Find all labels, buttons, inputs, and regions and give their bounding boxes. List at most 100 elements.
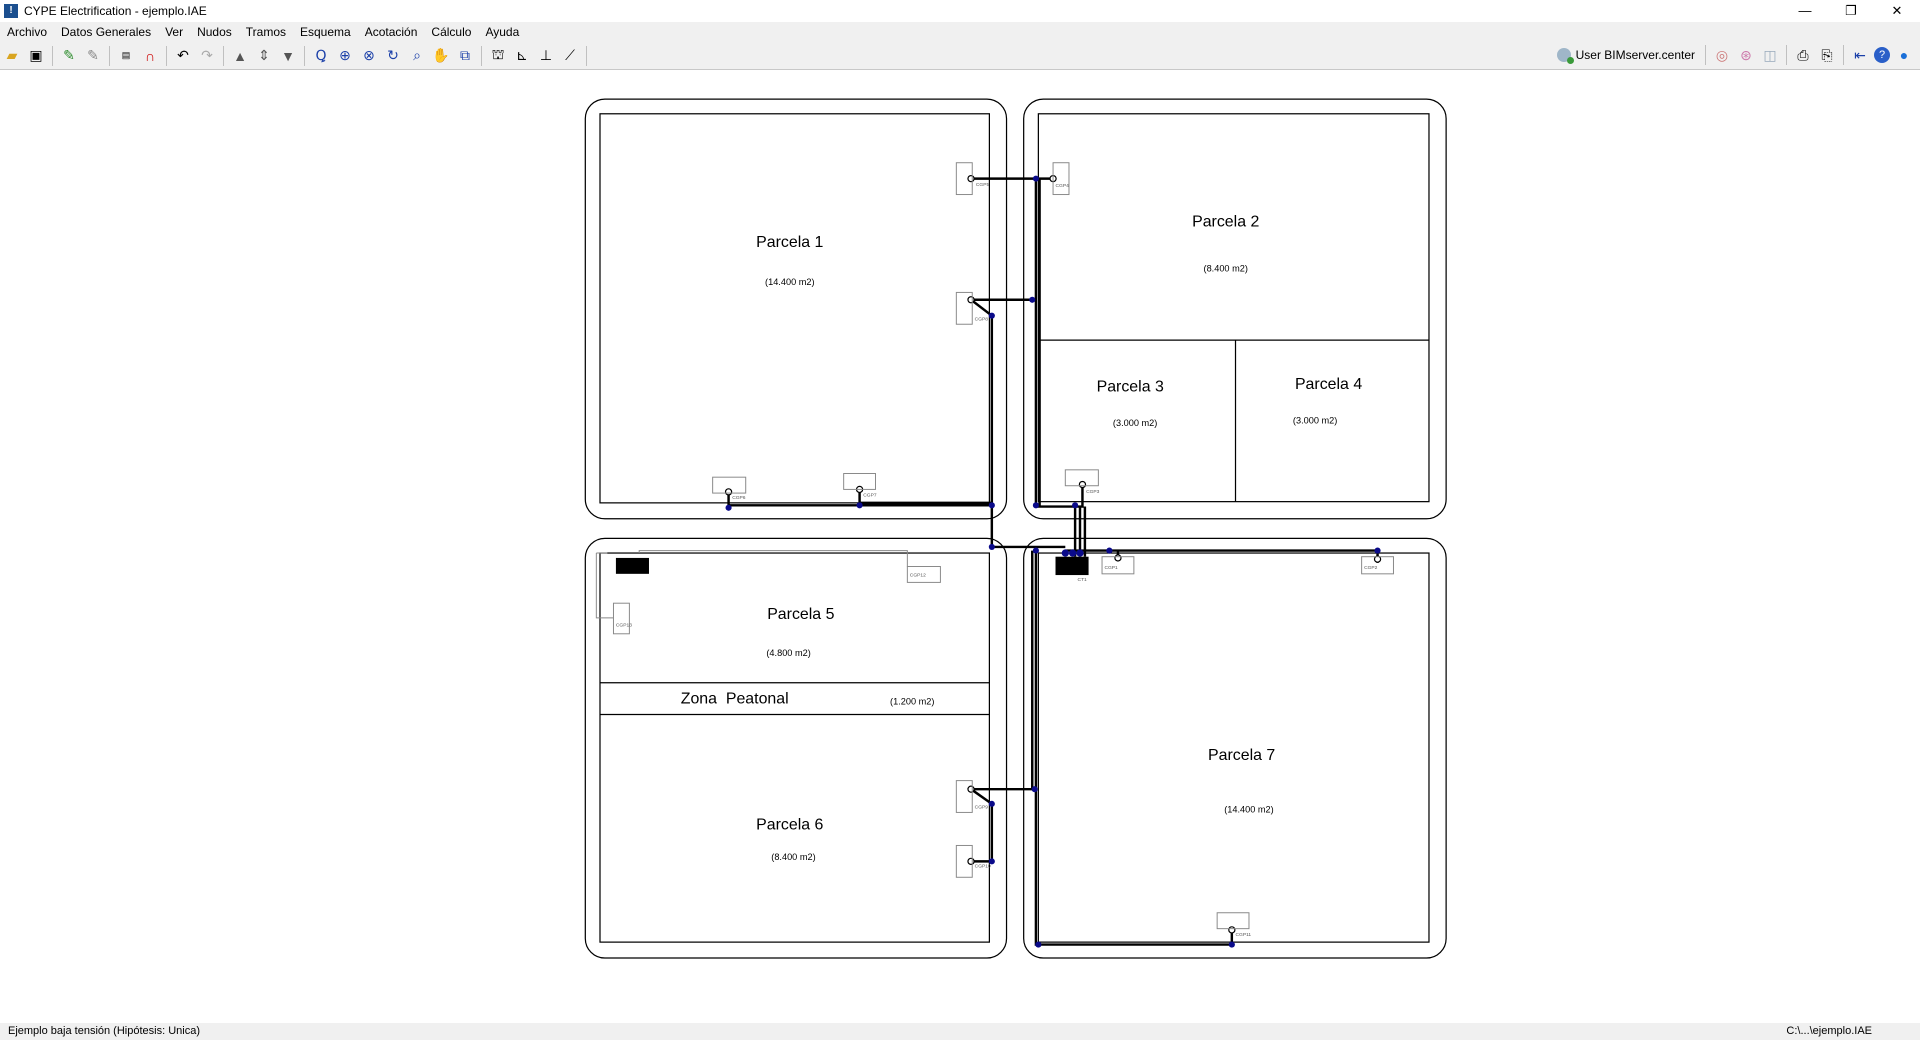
zone-area: (1.200 m2) [890,697,934,707]
zoom-x2-icon[interactable]: ⊗ [359,46,379,66]
print-preview-icon[interactable]: ⎘ [1817,45,1837,65]
toolbar-separator [166,45,167,66]
cgp-label: CGP13 [616,622,632,628]
cgp-connection-points [724,174,1382,934]
zoom-extents-icon[interactable]: ⊕ [335,46,355,66]
measure-icon[interactable]: ⟋ [560,46,580,66]
menu-datos-generales[interactable]: Datos Generales [59,25,153,39]
toolbar-separator [586,45,587,66]
zoom-redraw-icon[interactable]: Ꝗ [311,46,331,66]
dimension-icon[interactable]: ⊥ [536,46,556,66]
web-globe-icon[interactable]: ● [1894,45,1914,65]
toolbar: ▰ ▣ ✎ ✎ ▤ ∩ ↶ ↷ ▲ ⇕ ▼ Ꝗ ⊕ ⊗ ↻ ⌕ ✋ ⧉ ⛫ ⊾ … [0,42,1920,70]
menu-calculo[interactable]: Cálculo [429,25,473,39]
node-markers [725,175,1381,948]
parcel-name: Parcela 2 [1192,213,1259,230]
parcel-area: (4.800 m2) [766,648,810,658]
toolbar-separator [52,45,53,66]
drawing-canvas[interactable]: CGP1 CGP2 CGP3 CGP4 CGP5 CGP6 CGP7 CGP8 … [0,0,1920,1040]
menu-tramos[interactable]: Tramos [244,25,288,39]
file-path: C:\...\ejemplo.IAE [1786,1025,1872,1037]
parcel-area: (3.000 m2) [1293,415,1337,425]
cgp-label: CGP8 [975,317,989,323]
toolbar-separator [109,45,110,66]
redo-icon[interactable]: ↷ [197,46,217,66]
cgp-label: CGP1 [1104,565,1118,571]
cgp-box[interactable] [955,780,973,813]
menu-ayuda[interactable]: Ayuda [483,25,521,39]
model-cube-icon[interactable]: ◫ [1760,45,1780,65]
zone-name: Zona Peatonal [681,691,789,708]
bim-sync-icon[interactable]: ◎ [1712,45,1732,65]
parcel-area: (14.400 m2) [765,277,814,287]
previous-view-icon[interactable]: ⧉ [455,46,475,66]
tools-disabled-icon[interactable]: ✎ [83,46,103,66]
status-text: Ejemplo baja tensión (Hipótesis: Unica) [8,1025,200,1037]
pan-hand-icon[interactable]: ✋ [431,46,451,66]
cgp-box[interactable] [1216,912,1250,930]
parcel-name: Parcela 6 [756,817,823,834]
cable-network[interactable] [727,177,1379,946]
cgp-label: CGP4 [1056,183,1070,189]
open-folder-icon[interactable]: ▰ [2,46,22,66]
refresh-icon[interactable]: ↻ [383,46,403,66]
menu-nudos[interactable]: Nudos [195,25,234,39]
transformer-block[interactable] [615,557,649,574]
zoom-window-icon[interactable]: ⌕ [407,46,427,66]
dxf-dwg-icon[interactable]: ▤ [116,46,136,66]
block-outline-1 [584,98,1008,520]
cgp-label: CGP6 [732,495,746,501]
toolbar-separator [481,45,482,66]
save-icon[interactable]: ▣ [26,46,46,66]
menu-archivo[interactable]: Archivo [5,25,49,39]
cgp-label: CGP10 [975,863,991,869]
magnet-icon[interactable]: ∩ [140,46,160,66]
parcel-1-rect[interactable] [599,113,991,504]
block-outline-3 [584,537,1008,959]
parcel-2-rect[interactable] [1037,113,1430,503]
ct-label: CT1 [1078,577,1088,583]
title-bar: ! CYPE Electrification - ejemplo.IAE — ❐… [0,0,1920,22]
help-icon[interactable]: ? [1874,47,1890,63]
cgp-box[interactable] [612,602,630,635]
user-avatar-icon [1556,48,1574,64]
user-label: User BIMserver.center [1575,48,1695,62]
bimserver-user-button[interactable]: User BIMserver.center [1556,48,1695,64]
exit-icon[interactable]: ⇤ [1850,45,1870,65]
parcel-area: (14.400 m2) [1224,804,1273,814]
edit-tools-icon[interactable]: ✎ [59,46,79,66]
app-logo-icon: ! [4,4,18,18]
cgp-label: CGP2 [1364,565,1378,571]
toolbar-separator [304,45,305,66]
cgp-label: CGP12 [910,572,926,578]
print-icon[interactable]: ⎙ [1793,45,1813,65]
undo-icon[interactable]: ↶ [173,46,193,66]
window-title: CYPE Electrification - ejemplo.IAE [24,4,207,18]
cgp-label: CGP7 [863,493,877,499]
arrow-up-icon[interactable]: ▲ [230,46,250,66]
menu-esquema[interactable]: Esquema [298,25,353,39]
menu-ver[interactable]: Ver [163,25,185,39]
parcel-area: (8.400 m2) [1204,264,1248,274]
bim-export-icon[interactable]: ⊛ [1736,45,1756,65]
cgp-label: CGP3 [1086,489,1100,495]
arrow-down-icon[interactable]: ▼ [278,46,298,66]
toolbar-separator [1786,45,1787,65]
cgp-label: CGP11 [1236,932,1252,938]
parcel-area: (3.000 m2) [1113,418,1157,428]
cgp-label: CGP5 [976,182,990,188]
close-button[interactable]: ✕ [1874,0,1920,22]
parcel-name: Parcela 5 [767,606,834,623]
minimize-button[interactable]: — [1782,0,1828,22]
parcel-name: Parcela 4 [1295,376,1362,393]
menu-acotacion[interactable]: Acotación [363,25,420,39]
parcel-area: (8.400 m2) [771,852,815,862]
expand-icon[interactable]: ⇕ [254,46,274,66]
restore-button[interactable]: ❐ [1828,0,1874,22]
binoculars-icon[interactable]: ⛫ [488,46,508,66]
toolbar-separator [223,45,224,66]
menu-bar: Archivo Datos Generales Ver Nudos Tramos… [0,22,1920,42]
transformer-ct1[interactable] [1055,556,1089,576]
toolbar-separator [1705,45,1706,65]
axes-icon[interactable]: ⊾ [512,46,532,66]
